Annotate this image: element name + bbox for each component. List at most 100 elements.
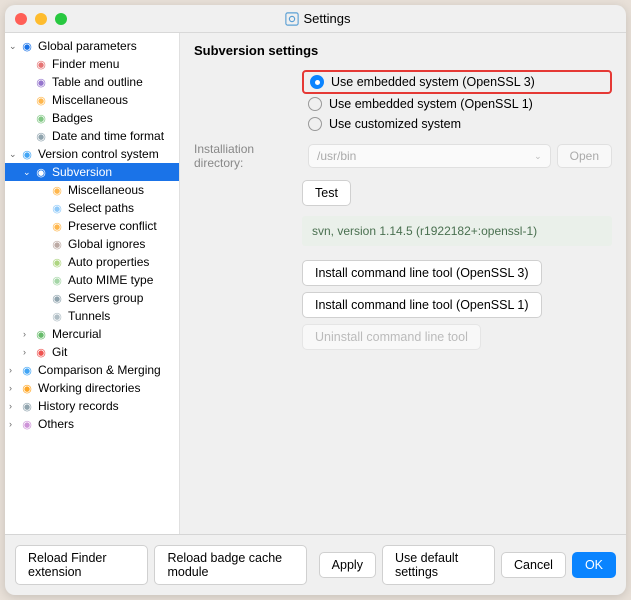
tree-item-icon: ◉	[50, 255, 64, 269]
sidebar-item-version-control-system[interactable]: ⌄◉ Version control system	[5, 145, 179, 163]
tree-item-label: Miscellaneous	[68, 183, 144, 197]
footer: Reload Finder extension Reload badge cac…	[5, 534, 626, 595]
tree-item-label: Select paths	[68, 201, 134, 215]
cancel-button[interactable]: Cancel	[501, 552, 566, 578]
sidebar-item-miscellaneous[interactable]: ◉ Miscellaneous	[5, 181, 179, 199]
sidebar-item-auto-mime-type[interactable]: ◉Auto MIME type	[5, 271, 179, 289]
sidebar-item-badges[interactable]: ◉Badges	[5, 109, 179, 127]
sidebar-item-subversion[interactable]: ⌄◉Subversion	[5, 163, 179, 181]
tree-item-label: Table and outline	[52, 75, 143, 89]
settings-icon	[285, 12, 299, 26]
sidebar-item-auto-properties[interactable]: ◉ Auto properties	[5, 253, 179, 271]
tree-item-label: Global parameters	[38, 39, 137, 53]
chevron-right-icon: ›	[9, 365, 19, 375]
sidebar-item-servers-group[interactable]: ◉ Servers group	[5, 289, 179, 307]
chevron-right-icon: ›	[9, 419, 19, 429]
radio-label: Use embedded system (OpenSSL 1)	[329, 97, 533, 111]
main-panel: Subversion settings Use embedded system …	[180, 33, 626, 534]
sidebar-item-select-paths[interactable]: ◉ Select paths	[5, 199, 179, 217]
tree-item-label: Servers group	[68, 291, 143, 305]
radio-icon	[308, 97, 322, 111]
tree-item-label: Auto MIME type	[68, 273, 153, 287]
tree-item-label: Subversion	[52, 165, 112, 179]
sidebar-item-mercurial[interactable]: ›◉ Mercurial	[5, 325, 179, 343]
radio-option-1[interactable]: Use embedded system (OpenSSL 1)	[302, 94, 612, 114]
tree-item-icon: ◉	[34, 75, 48, 89]
sidebar-item-preserve-conflict[interactable]: ◉ Preserve conflict	[5, 217, 179, 235]
install-dir-label: Installiation directory:	[194, 142, 302, 170]
sidebar-item-git[interactable]: ›◉ Git	[5, 343, 179, 361]
section-heading: Subversion settings	[194, 43, 612, 58]
settings-window: Settings ⌄◉Global parameters◉Finder menu…	[5, 5, 626, 595]
tree-item-icon: ◉	[34, 129, 48, 143]
tree-item-icon: ◉	[34, 345, 48, 359]
tree-item-icon: ◉	[50, 219, 64, 233]
tree-item-icon: ◉	[50, 201, 64, 215]
tree-item-icon: ◉	[34, 57, 48, 71]
tree-item-label: Auto properties	[68, 255, 149, 269]
sidebar-item-miscellaneous[interactable]: ◉ Miscellaneous	[5, 91, 179, 109]
sidebar-item-comparison-merging[interactable]: ›◉ Comparison & Merging	[5, 361, 179, 379]
tree-item-icon: ◉	[50, 291, 64, 305]
sidebar-item-others[interactable]: ›◉ Others	[5, 415, 179, 433]
tree-item-icon: ◉	[20, 417, 34, 431]
apply-button[interactable]: Apply	[319, 552, 376, 578]
install-directory-row: Installiation directory: /usr/bin ⌄ Open	[194, 142, 612, 170]
test-button[interactable]: Test	[302, 180, 351, 206]
tree-item-label: Miscellaneous	[52, 93, 128, 107]
install-openssl1-button[interactable]: Install command line tool (OpenSSL 1)	[302, 292, 542, 318]
radio-option-0[interactable]: Use embedded system (OpenSSL 3)	[302, 70, 612, 94]
tree-item-icon: ◉	[50, 309, 64, 323]
tree-item-label: Date and time format	[52, 129, 164, 143]
chevron-right-icon: ›	[9, 401, 19, 411]
tree-item-icon: ◉	[20, 39, 34, 53]
ok-button[interactable]: OK	[572, 552, 616, 578]
tree-item-label: Version control system	[38, 147, 159, 161]
tree-item-label: Comparison & Merging	[38, 363, 161, 377]
window-controls	[15, 13, 67, 25]
minimize-icon[interactable]	[35, 13, 47, 25]
chevron-right-icon: ›	[23, 329, 33, 339]
sidebar-item-finder-menu[interactable]: ◉Finder menu	[5, 55, 179, 73]
tree-item-label: Others	[38, 417, 74, 431]
uninstall-button: Uninstall command line tool	[302, 324, 481, 350]
tree-item-icon: ◉	[34, 327, 48, 341]
chevron-down-icon: ⌄	[9, 149, 19, 160]
sidebar-item-working-directories[interactable]: ›◉Working directories	[5, 379, 179, 397]
tree-item-label: Git	[52, 345, 67, 359]
tree-item-icon: ◉	[20, 147, 34, 161]
tree-item-label: Tunnels	[68, 309, 110, 323]
install-dir-select[interactable]: /usr/bin ⌄	[308, 144, 551, 168]
sidebar-item-global-parameters[interactable]: ⌄◉Global parameters	[5, 37, 179, 55]
reload-badge-button[interactable]: Reload badge cache module	[154, 545, 306, 585]
sidebar-item-date-and-time-format[interactable]: ◉ Date and time format	[5, 127, 179, 145]
sidebar-item-global-ignores[interactable]: ◉Global ignores	[5, 235, 179, 253]
tree-item-icon: ◉	[20, 363, 34, 377]
tree-item-icon: ◉	[50, 183, 64, 197]
chevron-right-icon: ›	[23, 347, 33, 357]
chevron-right-icon: ›	[9, 383, 19, 393]
sidebar-item-tunnels[interactable]: ◉ Tunnels	[5, 307, 179, 325]
sidebar-item-history-records[interactable]: ›◉ History records	[5, 397, 179, 415]
radio-label: Use embedded system (OpenSSL 3)	[331, 75, 535, 89]
tree-item-label: History records	[38, 399, 119, 413]
install-openssl3-button[interactable]: Install command line tool (OpenSSL 3)	[302, 260, 542, 286]
system-radio-group: Use embedded system (OpenSSL 3) Use embed…	[302, 70, 612, 134]
radio-icon	[308, 117, 322, 131]
defaults-button[interactable]: Use default settings	[382, 545, 495, 585]
tree-item-label: Global ignores	[68, 237, 145, 251]
close-icon[interactable]	[15, 13, 27, 25]
tree-item-label: Preserve conflict	[68, 219, 157, 233]
zoom-icon[interactable]	[55, 13, 67, 25]
radio-icon	[310, 75, 324, 89]
sidebar-item-table-and-outline[interactable]: ◉ Table and outline	[5, 73, 179, 91]
sidebar: ⌄◉Global parameters◉Finder menu◉Table an…	[5, 33, 180, 534]
open-button[interactable]: Open	[557, 144, 612, 168]
radio-option-2[interactable]: Use customized system	[302, 114, 612, 134]
tree-item-icon: ◉	[34, 93, 48, 107]
radio-label: Use customized system	[329, 117, 461, 131]
tree-item-icon: ◉	[20, 399, 34, 413]
reload-finder-button[interactable]: Reload Finder extension	[15, 545, 148, 585]
tree-item-icon: ◉	[20, 381, 34, 395]
tree-item-label: Mercurial	[52, 327, 101, 341]
